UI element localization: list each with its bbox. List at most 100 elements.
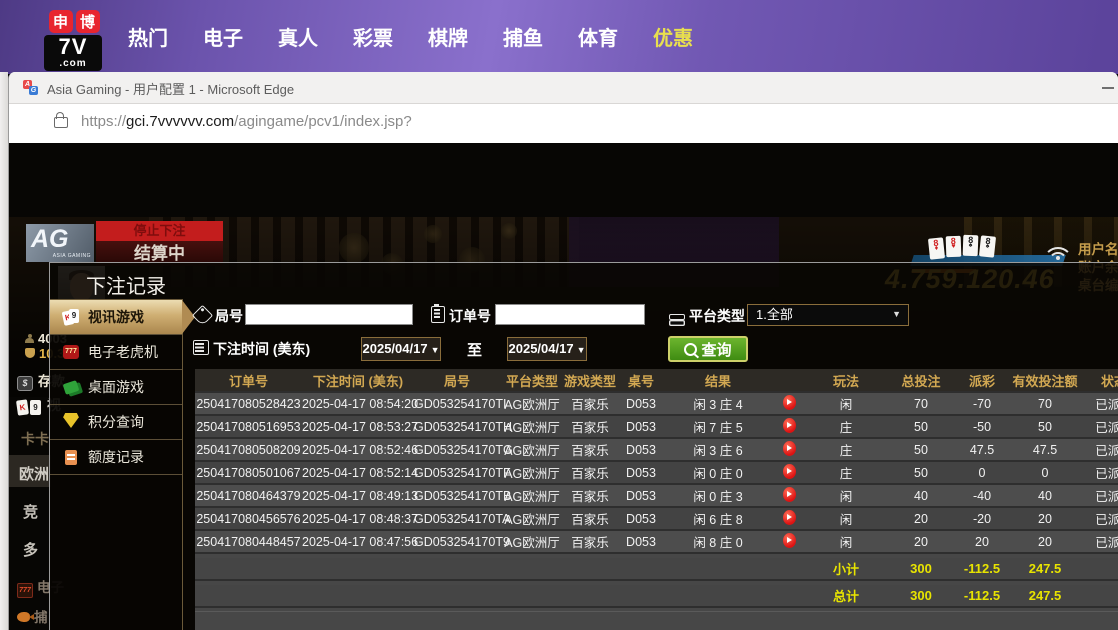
result: 闲 3 庄 4 <box>666 394 770 413</box>
status: 已派彩 <box>1084 532 1118 551</box>
order-no: 订单号 <box>195 371 302 390</box>
bet-time-label: 下注时间 (美东) <box>213 339 310 359</box>
bg-menu-duo[interactable]: 多 <box>23 539 38 560</box>
replay <box>770 464 808 482</box>
bet-records-table: 订单号下注时间 (美东)局号平台类型游戏类型桌号结果玩法总投注派彩有效投注额状态… <box>195 369 1118 630</box>
bg-menu-jing[interactable]: 竞 <box>23 501 38 522</box>
table-no: D053 <box>616 512 666 526</box>
round-no: GD053254170TA <box>414 512 500 526</box>
bg-menu-europe[interactable]: 欧洲 <box>19 463 49 484</box>
menu-fishing[interactable]: 捕鱼 <box>503 22 543 51</box>
bet-side: 庄 <box>808 417 884 436</box>
card-9-icon: 9 <box>30 400 41 415</box>
menu-live[interactable]: 真人 <box>278 22 318 51</box>
bet-time: 2025-04-17 08:54:20 <box>302 397 414 411</box>
ag-favicon: AG <box>23 80 38 95</box>
table-row: 2504170804565762025-04-17 08:48:37GD0532… <box>195 508 1118 531</box>
table-no: D053 <box>616 443 666 457</box>
valid-bet: 50 <box>1006 420 1084 434</box>
table-row: 2504170805284232025-04-17 08:54:20GD0532… <box>195 393 1118 416</box>
lock-icon[interactable] <box>54 117 68 128</box>
minimize-icon[interactable] <box>1102 87 1114 89</box>
replay <box>770 510 808 528</box>
window-left-frame <box>0 72 8 630</box>
total-row: 总计300-112.5247.5 <box>195 585 1118 608</box>
bet-side: 闲 <box>808 486 884 505</box>
tag-icon <box>195 308 210 328</box>
menu-sports[interactable]: 体育 <box>578 22 618 51</box>
date-to-picker[interactable]: 2025/04/17▼ <box>507 337 587 361</box>
menu-promo[interactable]: 优惠 <box>653 22 693 51</box>
platform: AG欧洲厅 <box>500 440 564 459</box>
modal-sidebar: K9 视讯游戏 777 电子老虎机 桌面游戏 积分查询 <box>50 299 183 630</box>
sidebar-item-live-games[interactable]: K9 视讯游戏 <box>50 300 182 335</box>
menu-slots[interactable]: 电子 <box>203 22 243 51</box>
modal-main: 局号 订单号 平台类型 1.全部 ▼ 下注时间 (美东) 2025/0 <box>183 299 1118 630</box>
platform: AG欧洲厅 <box>500 486 564 505</box>
logo-7v-box: 7V .com <box>44 35 102 71</box>
round-no-label: 局号 <box>215 306 243 326</box>
document-icon <box>62 448 80 466</box>
menu-lottery[interactable]: 彩票 <box>353 22 393 51</box>
date-from-picker[interactable]: 2025/04/17▼ <box>361 337 441 361</box>
platform-type-select[interactable]: 1.全部 ▼ <box>747 304 909 326</box>
sidebar-item-table-games[interactable]: 桌面游戏 <box>50 370 182 405</box>
replay <box>770 395 808 413</box>
order-no: 250417080464379 <box>195 489 302 503</box>
modal-title: 下注记录 <box>86 270 166 299</box>
url-text[interactable]: https://gci.7vvvvvv.com/agingame/pcv1/in… <box>81 113 412 130</box>
valid-bet: 47.5 <box>1006 443 1084 457</box>
total-bet: 70 <box>884 397 958 411</box>
round-no: GD053254170TF <box>414 466 500 480</box>
replay <box>770 487 808 505</box>
site-logo[interactable]: 申 博 7V .com <box>44 10 104 71</box>
menu-board[interactable]: 棋牌 <box>428 22 468 51</box>
search-button[interactable]: 查询 <box>668 336 748 362</box>
order-no: 250417080508209 <box>195 443 302 457</box>
round-no-input[interactable] <box>245 304 413 325</box>
table-row: 2504170805169532025-04-17 08:53:27GD0532… <box>195 416 1118 439</box>
table-no: D053 <box>616 397 666 411</box>
order-no-input[interactable] <box>495 304 645 325</box>
round-no: GD053254170TG <box>414 443 500 457</box>
replay <box>770 418 808 436</box>
menu-hot[interactable]: 热门 <box>128 22 168 51</box>
total-bet: 300 <box>884 561 958 576</box>
page-viewport: AG ASIA GAMING 停止下注 结算中 4003 10.3 $存款 K9… <box>9 143 1118 630</box>
order-no: 250417080516953 <box>195 420 302 434</box>
replay-button[interactable] <box>783 464 796 479</box>
card-k-icon: K <box>16 399 29 415</box>
poker-card: 8♠ <box>979 235 996 257</box>
replay-button[interactable] <box>783 487 796 502</box>
replay-button[interactable] <box>783 418 796 433</box>
replay-button[interactable] <box>783 441 796 456</box>
valid-bet: 70 <box>1006 397 1084 411</box>
sidebar-item-points-query[interactable]: 积分查询 <box>50 405 182 440</box>
platform: AG欧洲厅 <box>500 417 564 436</box>
slot-icon: 777 <box>62 343 80 361</box>
total-bet: 50 <box>884 420 958 434</box>
subtotal-row: 小计300-112.5247.5 <box>195 558 1118 581</box>
platform: AG欧洲厅 <box>500 509 564 528</box>
address-bar[interactable]: https://gci.7vvvvvv.com/agingame/pcv1/in… <box>9 104 1118 144</box>
bg-menu-kaka[interactable]: 卡卡 <box>21 429 49 449</box>
payout: -20 <box>958 512 1006 526</box>
screen: 申 博 7V .com 热门 电子 真人 彩票 棋牌 捕鱼 体育 优惠 AG A… <box>0 0 1118 630</box>
bet-time: 2025-04-17 08:49:13 <box>302 489 414 503</box>
platform-icon <box>669 311 685 329</box>
game-type: 百家乐 <box>564 394 616 413</box>
replay-button[interactable] <box>783 533 796 548</box>
total-bet: 总投注 <box>884 371 958 390</box>
slot-777-icon: 777 <box>17 583 33 598</box>
sidebar-item-slot-machines[interactable]: 777 电子老虎机 <box>50 335 182 370</box>
sidebar-item-credit-records[interactable]: 额度记录 <box>50 440 182 475</box>
replay-button[interactable] <box>783 510 796 525</box>
window-title: Asia Gaming - 用户配置 1 - Microsoft Edge <box>47 79 294 98</box>
valid-bet: 0 <box>1006 466 1084 480</box>
bg-menu-fishing[interactable]: 捕 <box>17 606 48 626</box>
order-no: 250417080528423 <box>195 397 302 411</box>
window-titlebar[interactable]: AG Asia Gaming - 用户配置 1 - Microsoft Edge <box>9 72 1118 104</box>
replay-button[interactable] <box>783 395 796 410</box>
payout: 47.5 <box>958 443 1006 457</box>
round-no: GD053254170TI <box>414 397 500 411</box>
